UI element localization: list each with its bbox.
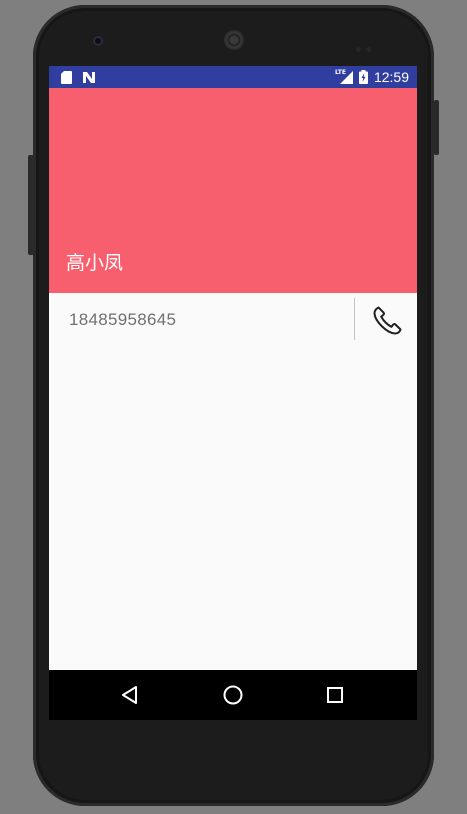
front-camera <box>93 36 103 46</box>
proximity-sensors <box>356 37 378 52</box>
earpiece-speaker <box>224 30 244 50</box>
sd-card-icon <box>61 70 72 84</box>
volume-button <box>28 155 34 255</box>
recents-button[interactable] <box>323 683 347 707</box>
navigation-bar <box>49 670 417 720</box>
contact-name: 高小凤 <box>66 252 124 274</box>
screen: LTE 12:59 高小凤 18485958645 <box>49 66 417 720</box>
lte-signal-icon: LTE <box>334 69 353 84</box>
divider <box>354 298 355 340</box>
network-label: LTE <box>334 69 346 76</box>
back-button[interactable] <box>118 683 142 707</box>
phone-icon <box>373 306 402 335</box>
phone-number[interactable]: 18485958645 <box>69 310 176 330</box>
home-icon <box>223 685 243 705</box>
recents-icon <box>327 687 343 703</box>
home-button[interactable] <box>221 683 245 707</box>
back-icon <box>122 686 137 704</box>
status-clock: 12:59 <box>373 69 409 85</box>
power-button <box>434 100 439 155</box>
status-bar: LTE 12:59 <box>49 66 417 88</box>
notification-n-icon <box>83 71 95 83</box>
battery-icon <box>358 70 368 84</box>
phone-row[interactable]: 18485958645 <box>49 293 417 349</box>
call-button[interactable] <box>367 301 407 341</box>
contact-header: 高小凤 <box>49 88 417 293</box>
